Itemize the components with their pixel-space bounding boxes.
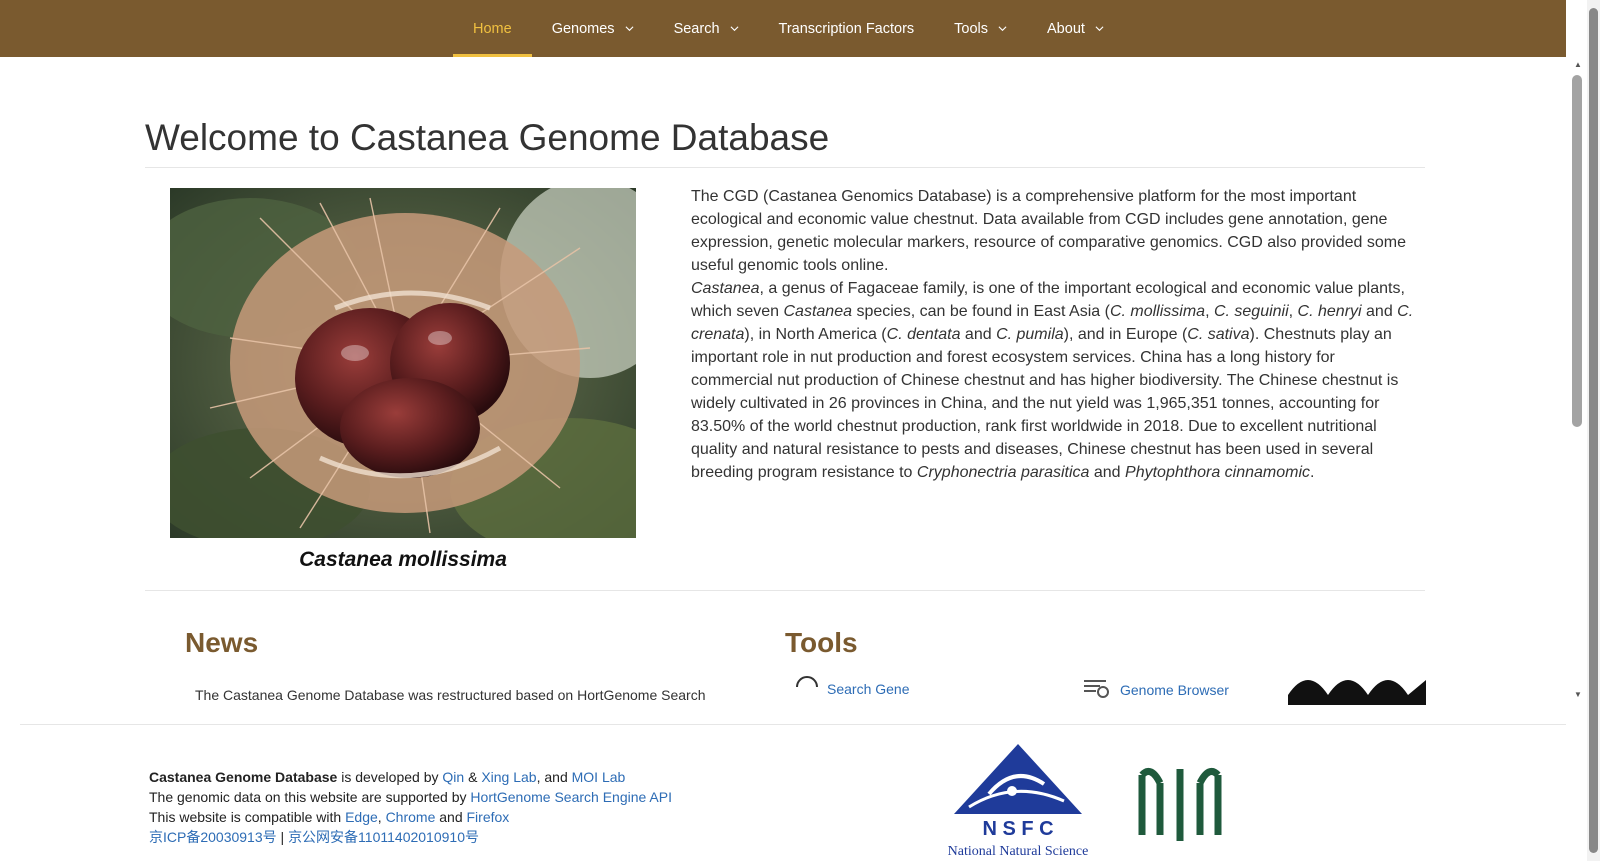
chevron-down-icon — [1095, 24, 1104, 33]
xing-lab-link[interactable]: Xing Lab — [481, 769, 536, 785]
scrollbar-thumb[interactable] — [1572, 75, 1582, 427]
lab-logo — [1130, 755, 1230, 851]
nav-label: Search — [673, 20, 720, 37]
firefox-link[interactable]: Firefox — [467, 809, 510, 825]
moi-lab-link[interactable]: MOI Lab — [572, 769, 626, 785]
chevron-down-icon — [730, 24, 739, 33]
divider — [145, 167, 1425, 168]
tool-label: Search Gene — [827, 680, 910, 697]
nsfc-caption: National Natural Science — [948, 844, 1089, 859]
scroll-down-arrow-icon[interactable]: ▼ — [1574, 690, 1582, 699]
genome-browser-icon — [1082, 675, 1112, 704]
page-scrollbar-thumb[interactable] — [1589, 8, 1598, 853]
tool-label: Genome Browser — [1120, 681, 1229, 698]
nav-label: Transcription Factors — [778, 20, 915, 37]
nav-item-transcription-factors[interactable]: Transcription Factors — [759, 0, 935, 57]
footer-line-3: This website is compatible with Edge, Ch… — [149, 809, 510, 825]
nav-item-home[interactable]: Home — [453, 0, 532, 57]
icp-link[interactable]: 京ICP备20030913号 — [149, 829, 277, 845]
footer-line-4: 京ICP备20030913号 | 京公网安备11011402010910号 — [149, 829, 479, 845]
main-content[interactable]: Welcome to Castanea Genome Database Cast… — [0, 57, 1566, 705]
nav-label: Home — [473, 20, 512, 37]
footer: Castanea Genome Database is developed by… — [20, 724, 1566, 861]
tools-heading: Tools — [785, 627, 858, 658]
tool-search-gene-link[interactable]: Search Gene — [795, 675, 910, 702]
nav-menu: Home Genomes Search Transcription Factor… — [453, 0, 1124, 57]
tool-graphic — [1288, 675, 1426, 705]
police-record-link[interactable]: 京公网安备11011402010910号 — [288, 829, 479, 845]
nav-item-about[interactable]: About — [1027, 0, 1124, 57]
nsfc-letters: N S F C — [982, 818, 1053, 840]
nav-item-genomes[interactable]: Genomes — [532, 0, 654, 57]
nsfc-logo: N S F C National Natural Science — [934, 739, 1122, 859]
hortgenome-link[interactable]: HortGenome Search Engine API — [470, 789, 672, 805]
chrome-link[interactable]: Chrome — [386, 809, 436, 825]
news-heading: News — [185, 627, 259, 658]
nav-label: About — [1047, 20, 1085, 37]
nav-label: Tools — [954, 20, 989, 37]
footer-line-2: The genomic data on this website are sup… — [149, 789, 672, 805]
footer-line-1: Castanea Genome Database is developed by… — [149, 769, 626, 785]
divider — [145, 590, 1425, 591]
nav-label: Genomes — [551, 20, 615, 37]
news-item: The Castanea Genome Database was restruc… — [195, 687, 706, 703]
intro-paragraph-1: The CGD (Castanea Genomics Database) is … — [691, 188, 1406, 274]
footer-text: Castanea Genome Database is developed by… — [149, 767, 672, 847]
chestnut-photo — [170, 188, 636, 538]
tool-genome-browser-link[interactable]: Genome Browser — [1082, 675, 1229, 704]
photo-caption: Castanea mollissima — [299, 548, 507, 571]
chevron-down-icon — [625, 24, 634, 33]
nav-item-tools[interactable]: Tools — [934, 0, 1027, 57]
top-navbar: Home Genomes Search Transcription Factor… — [0, 0, 1566, 57]
intro-text: The CGD (Castanea Genomics Database) is … — [691, 185, 1421, 484]
chevron-down-icon — [998, 24, 1007, 33]
page-title: Welcome to Castanea Genome Database — [145, 117, 830, 158]
edge-link[interactable]: Edge — [345, 809, 378, 825]
scroll-up-arrow-icon[interactable]: ▲ — [1574, 60, 1582, 69]
intro-paragraph-2: Castanea, a genus of Fagaceae family, is… — [691, 280, 1414, 481]
qin-link[interactable]: Qin — [442, 769, 464, 785]
search-gene-icon — [795, 675, 819, 702]
nav-item-search[interactable]: Search — [654, 0, 759, 57]
